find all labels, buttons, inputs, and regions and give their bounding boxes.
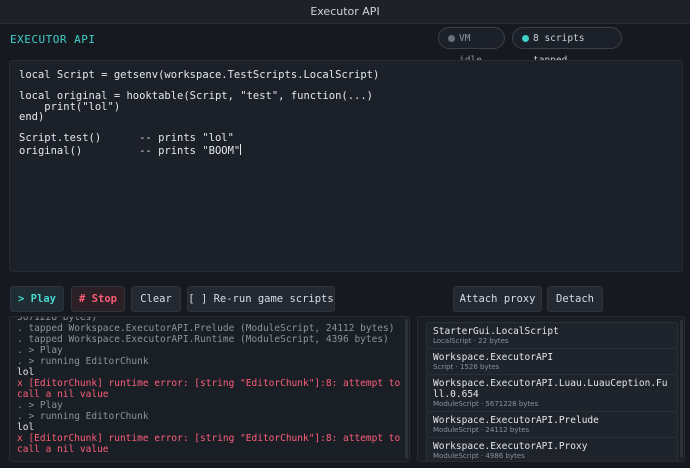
script-meta: ModuleScript · 24112 bytes <box>433 426 530 434</box>
console-log: 5671228 bytes). tapped Workspace.Executo… <box>17 316 406 455</box>
script-meta: ModuleScript · 4986 bytes <box>433 452 525 460</box>
script-name: Workspace.ExecutorAPI.Prelude <box>433 415 599 426</box>
console-line: lol <box>17 367 35 378</box>
detach-button[interactable]: Detach <box>547 286 603 312</box>
status-dot-icon <box>448 35 455 42</box>
script-list-item[interactable]: StarterGui.LocalScript LocalScript · 22 b… <box>426 322 678 349</box>
console-line: . > Play <box>17 345 63 356</box>
scripts-tapped-badge: 8 scripts tapped <box>512 27 622 66</box>
console-line: . tapped Workspace.ExecutorAPI.Prelude (… <box>17 323 395 334</box>
script-meta: ModuleScript · 5671228 bytes <box>433 400 539 408</box>
window-title: Executor API <box>310 5 380 18</box>
attach-proxy-button[interactable]: Attach proxy <box>453 286 542 312</box>
console-line: . > running EditorChunk <box>17 356 149 367</box>
code-editor[interactable]: local Script = getsenv(workspace.TestScr… <box>9 60 683 272</box>
script-name: Workspace.ExecutorAPI <box>433 352 554 363</box>
tapped-scripts-list[interactable]: StarterGui.LocalScript LocalScript · 22 b… <box>417 316 685 462</box>
console-line: . > Play <box>17 400 63 411</box>
app-title: EXECUTOR API <box>10 33 96 46</box>
scripts-scrollbar[interactable] <box>680 320 683 458</box>
window-titlebar: Executor API <box>0 0 690 24</box>
console-error-line: x [EditorChunk] runtime error: [string "… <box>17 433 406 455</box>
output-console[interactable]: 5671228 bytes). tapped Workspace.Executo… <box>9 316 410 462</box>
rerun-game-scripts-button[interactable]: [ ] Re-run game scripts <box>187 286 335 312</box>
script-list-item[interactable]: Workspace.ExecutorAPI.Proxy ModuleScript … <box>426 437 678 461</box>
console-scrollbar[interactable] <box>405 319 408 459</box>
script-meta: LocalScript · 22 bytes <box>433 337 509 345</box>
script-list-item[interactable]: Workspace.ExecutorAPI Script · 1526 bytes <box>426 348 678 375</box>
code-text[interactable]: local Script = getsenv(workspace.TestScr… <box>19 69 379 157</box>
script-meta: Script · 1526 bytes <box>433 363 500 371</box>
script-list-item[interactable]: Workspace.ExecutorAPI.Luau.LuauCeption.F… <box>426 374 678 412</box>
console-line: lol <box>17 422 35 433</box>
console-line: . > running EditorChunk <box>17 411 149 422</box>
console-line: 5671228 bytes) <box>17 316 98 323</box>
clear-button[interactable]: Clear <box>131 286 181 312</box>
script-name: Workspace.ExecutorAPI.Luau.LuauCeption.F… <box>433 378 668 400</box>
text-cursor <box>240 143 242 155</box>
vm-status-badge: VM idle <box>438 27 505 66</box>
console-error-line: x [EditorChunk] runtime error: [string "… <box>17 378 406 400</box>
play-button[interactable]: > Play <box>10 286 64 312</box>
script-name: StarterGui.LocalScript <box>433 326 559 337</box>
stop-button[interactable]: # Stop <box>71 286 125 312</box>
script-list-item[interactable]: Workspace.ExecutorAPI.Prelude ModuleScrip… <box>426 411 678 438</box>
script-name: Workspace.ExecutorAPI.Proxy <box>433 441 588 452</box>
status-dot-icon <box>522 35 529 42</box>
console-line: . tapped Workspace.ExecutorAPI.Runtime (… <box>17 334 389 345</box>
